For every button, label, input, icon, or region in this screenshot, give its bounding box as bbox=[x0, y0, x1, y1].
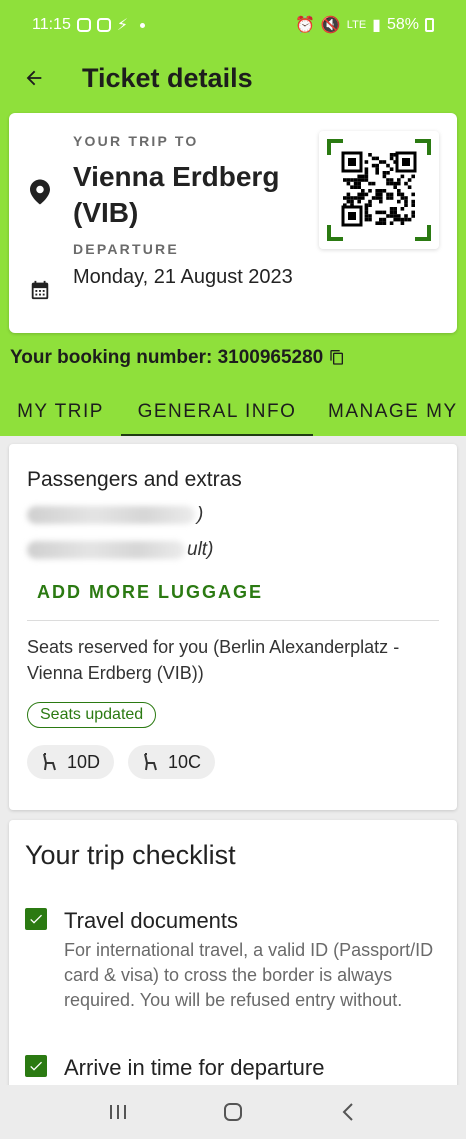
checklist-item-title: Travel documents bbox=[64, 908, 239, 933]
seat-chip-2: 10C bbox=[128, 745, 216, 779]
trip-label: YOUR TRIP TO bbox=[73, 133, 199, 149]
trip-checklist-card: Your trip checklist Travel documents For… bbox=[9, 820, 457, 1090]
instagram-icon-2 bbox=[96, 18, 111, 32]
tab-manage-my[interactable]: MANAGE MY bbox=[313, 388, 466, 436]
seat-icon bbox=[43, 753, 56, 771]
seat-label: 10C bbox=[168, 751, 202, 772]
trip-card: YOUR TRIP TO Vienna Erdberg (VIB) DEPART… bbox=[9, 113, 457, 333]
home-icon bbox=[223, 1103, 242, 1121]
status-time: 11:15 bbox=[32, 16, 71, 33]
passenger-row-1-tail: ) bbox=[197, 504, 204, 525]
seat-chip-1: 10D bbox=[27, 745, 115, 779]
back-nav-button[interactable] bbox=[328, 1092, 368, 1132]
tab-my-trip[interactable]: MY TRIP bbox=[0, 388, 121, 436]
recent-apps-button[interactable] bbox=[98, 1092, 138, 1132]
departure-label: DEPARTURE bbox=[73, 241, 179, 257]
destination-name: Vienna Erdberg (VIB) bbox=[73, 161, 280, 228]
seat-label: 10D bbox=[67, 751, 101, 772]
app-bar: Ticket details bbox=[0, 50, 466, 106]
seats-reserved-text: Seats reserved for you (Berlin Alexander… bbox=[27, 637, 400, 683]
home-button[interactable] bbox=[213, 1092, 253, 1132]
qr-code-icon bbox=[327, 139, 431, 241]
passenger-row-2: ult) bbox=[27, 538, 213, 562]
redacted-passenger-2 bbox=[27, 541, 185, 559]
booking-number: Your booking number: 3100965280 bbox=[10, 347, 324, 368]
instagram-icon bbox=[76, 18, 91, 32]
calendar-icon bbox=[31, 280, 49, 300]
app-notification-icon: ⚡ bbox=[116, 17, 129, 34]
booking-number-row: Your booking number: 3100965280 bbox=[10, 345, 345, 371]
check-icon bbox=[30, 914, 42, 924]
page-title: Ticket details bbox=[82, 62, 253, 93]
redacted-passenger-1 bbox=[27, 506, 195, 524]
network-label: LTE bbox=[346, 19, 367, 31]
copy-icon[interactable] bbox=[329, 349, 345, 367]
checkbox-travel-documents[interactable] bbox=[25, 908, 47, 930]
arrow-left-icon bbox=[26, 70, 42, 86]
status-left: 11:15 ⚡ bbox=[32, 15, 146, 35]
checklist-item-title: Arrive in time for departure bbox=[64, 1055, 325, 1080]
tab-bar: MY TRIP GENERAL INFO MANAGE MY bbox=[0, 388, 466, 436]
departure-date: Monday, 21 August 2023 bbox=[73, 266, 293, 288]
alarm-icon: ⏰ bbox=[294, 17, 315, 34]
back-button[interactable] bbox=[18, 62, 50, 94]
tab-general-info[interactable]: GENERAL INFO bbox=[121, 388, 313, 436]
checkbox-arrive-in-time[interactable] bbox=[25, 1055, 47, 1077]
checklist-item-description: For international travel, a valid ID (Pa… bbox=[64, 940, 434, 1010]
chevron-left-icon bbox=[342, 1103, 354, 1121]
seats-updated-badge: Seats updated bbox=[27, 702, 157, 728]
check-icon bbox=[30, 1061, 42, 1071]
passenger-row-2-tail: ult) bbox=[187, 539, 214, 560]
system-nav-bar bbox=[0, 1085, 466, 1139]
seat-icon bbox=[144, 753, 157, 771]
passenger-row-1: ) bbox=[27, 503, 203, 527]
add-more-luggage-button[interactable]: ADD MORE LUGGAGE bbox=[37, 582, 263, 603]
passengers-title: Passengers and extras bbox=[27, 468, 242, 491]
battery-icon bbox=[425, 18, 434, 32]
notification-dot-icon bbox=[140, 22, 146, 28]
location-pin-icon bbox=[30, 179, 50, 205]
divider bbox=[27, 620, 439, 621]
qr-code-button[interactable] bbox=[319, 131, 439, 249]
checklist-title: Your trip checklist bbox=[25, 840, 236, 870]
battery-percent: 58% bbox=[386, 16, 419, 33]
status-right: ⏰ 🔇 LTE ▮ 58% bbox=[295, 15, 434, 35]
passengers-card: Passengers and extras ) ult) ADD MORE LU… bbox=[9, 444, 457, 810]
status-bar: 11:15 ⚡ ⏰ 🔇 LTE ▮ 58% bbox=[0, 0, 466, 50]
recent-apps-icon bbox=[109, 1105, 126, 1119]
signal-icon: ▮ bbox=[372, 17, 381, 34]
mute-icon: 🔇 bbox=[320, 17, 341, 34]
